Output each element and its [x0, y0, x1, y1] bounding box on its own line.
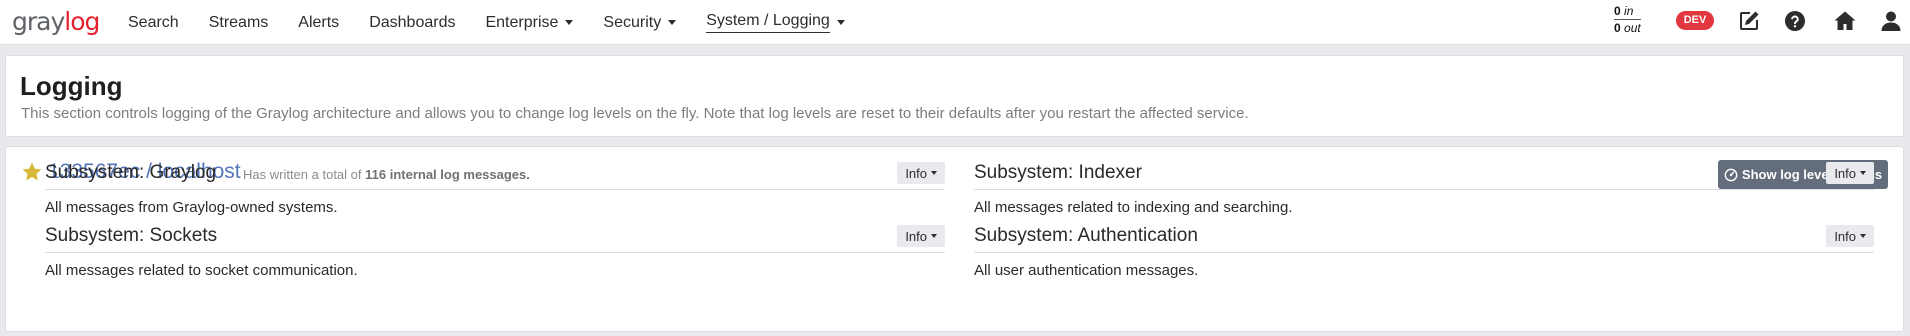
nav-system-dropdown[interactable]: System / Logging	[706, 0, 845, 45]
caret-down-icon	[931, 234, 937, 238]
caret-down-icon	[1860, 171, 1866, 175]
subsystem-header: Subsystem: Indexer Info	[974, 159, 1874, 190]
subsystem-authentication: Subsystem: Authentication Info All user …	[974, 222, 1874, 282]
subsystem-title: Subsystem: Authentication	[974, 225, 1198, 246]
log-level-label: Info	[905, 165, 927, 181]
subsystem-title: Subsystem: Graylog	[45, 162, 217, 183]
caret-down-icon	[565, 20, 574, 25]
nav-alerts-label: Alerts	[298, 13, 340, 31]
log-level-dropdown[interactable]: Info	[1826, 225, 1874, 247]
subsystem-description: All messages from Graylog-owned systems.	[45, 199, 338, 216]
nav-search-label: Search	[128, 13, 179, 31]
logo-text-log: log	[64, 6, 100, 36]
main-nav: Search Streams Alerts Dashboards Enterpr…	[128, 0, 875, 45]
environment-badge: DEV	[1676, 11, 1714, 30]
log-level-dropdown[interactable]: Info	[897, 162, 945, 184]
user-icon[interactable]	[1879, 9, 1903, 33]
subsystem-description: All user authentication messages.	[974, 262, 1199, 279]
subsystem-description: All messages related to socket communica…	[45, 262, 358, 279]
subsystem-header: Subsystem: Graylog Info	[45, 159, 945, 190]
nav-system-label: System / Logging	[706, 12, 830, 33]
caret-down-icon	[836, 20, 845, 25]
caret-down-icon	[1860, 234, 1866, 238]
home-icon[interactable]	[1833, 9, 1857, 33]
help-icon[interactable]	[1783, 9, 1807, 33]
throughput-indicator[interactable]: 0 in 0 out	[1614, 3, 1641, 36]
nav-security-dropdown[interactable]: Security	[603, 0, 677, 45]
nav-alerts[interactable]: Alerts	[298, 0, 339, 45]
subsystem-header: Subsystem: Authentication Info	[974, 222, 1874, 253]
log-level-dropdown[interactable]: Info	[897, 225, 945, 247]
nav-streams[interactable]: Streams	[209, 0, 269, 45]
subsystem-graylog: Subsystem: Graylog Info All messages fro…	[45, 159, 945, 219]
graylog-logo[interactable]: gray log	[12, 4, 100, 38]
nav-security-label: Security	[603, 13, 662, 31]
page-description: This section controls logging of the Gra…	[21, 105, 1249, 122]
page-header-panel: Logging This section controls logging of…	[5, 55, 1904, 137]
star-icon	[21, 161, 43, 183]
nav-dashboards-label: Dashboards	[369, 13, 456, 31]
nav-streams-label: Streams	[208, 13, 269, 31]
log-level-label: Info	[1834, 228, 1856, 244]
top-navbar: gray log Search Streams Alerts Dashboards…	[0, 0, 1910, 45]
nav-enterprise-dropdown[interactable]: Enterprise	[485, 0, 574, 45]
subsystem-indexer: Subsystem: Indexer Info All messages rel…	[974, 159, 1874, 219]
logo-text-gray: gray	[12, 6, 65, 36]
nav-dashboards[interactable]: Dashboards	[369, 0, 455, 45]
subsystem-title: Subsystem: Indexer	[974, 162, 1142, 183]
subsystem-header: Subsystem: Sockets Info	[45, 222, 945, 253]
subsystem-title: Subsystem: Sockets	[45, 225, 218, 246]
log-level-label: Info	[905, 228, 927, 244]
throughput-out: 0 out	[1614, 21, 1641, 35]
log-level-dropdown[interactable]: Info	[1826, 162, 1874, 184]
subsystem-sockets: Subsystem: Sockets Info All messages rel…	[45, 222, 945, 282]
edit-icon[interactable]	[1737, 9, 1761, 33]
nav-search[interactable]: Search	[128, 0, 179, 45]
log-level-label: Info	[1834, 165, 1856, 181]
subsystem-description: All messages related to indexing and sea…	[974, 199, 1293, 216]
caret-down-icon	[931, 171, 937, 175]
caret-down-icon	[668, 20, 677, 25]
page-title: Logging	[20, 71, 123, 101]
throughput-in: 0 in	[1614, 3, 1641, 20]
nav-enterprise-label: Enterprise	[485, 13, 559, 31]
node-logging-panel: 133567ec / localhost Has written a total…	[5, 146, 1904, 332]
